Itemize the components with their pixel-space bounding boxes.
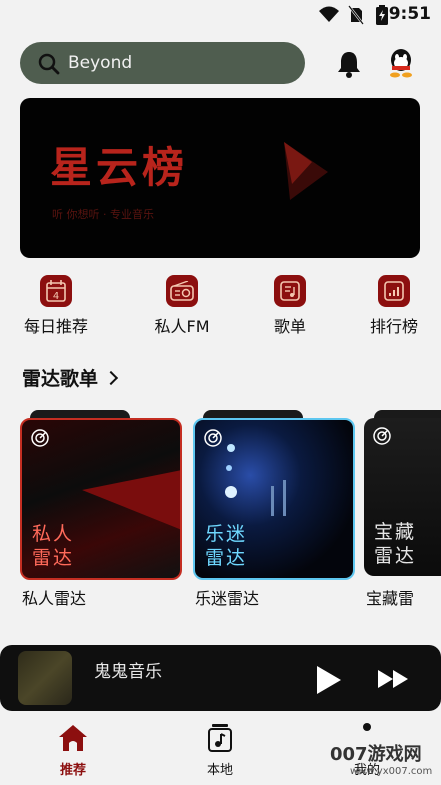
quick-label: 歌单 bbox=[273, 317, 306, 336]
tab-label: 推荐 bbox=[59, 763, 86, 778]
qq-avatar-icon[interactable] bbox=[388, 48, 414, 78]
cover-title: 宝藏 雷达 bbox=[374, 521, 417, 567]
tab-recommend[interactable]: 推荐 bbox=[33, 723, 113, 778]
wifi-icon bbox=[319, 6, 339, 22]
quick-label: 每日推荐 bbox=[23, 317, 88, 336]
clock: 9:51 bbox=[388, 4, 431, 24]
radio-icon bbox=[166, 275, 198, 307]
cover-title: 乐迷 雷达 bbox=[205, 523, 248, 569]
section-title-radar[interactable]: 雷达歌单 bbox=[22, 364, 119, 391]
play-icon[interactable] bbox=[314, 664, 344, 696]
svg-text:4: 4 bbox=[53, 291, 59, 302]
radar-icon bbox=[204, 429, 222, 447]
card-cover: 私人 雷达 bbox=[20, 418, 182, 580]
radar-icon bbox=[373, 427, 391, 445]
quick-fm[interactable]: 私人FM bbox=[142, 275, 222, 337]
cover-title: 私人 雷达 bbox=[32, 523, 75, 569]
radar-icon bbox=[31, 429, 49, 447]
radar-card-list: 私人 雷达 私人雷达 乐迷 雷达 乐迷雷达 宝藏 雷达 宝藏雷 bbox=[0, 410, 441, 610]
card-caption: 宝藏雷 bbox=[366, 589, 415, 608]
quick-charts[interactable]: 排行榜 bbox=[354, 275, 434, 337]
local-music-icon bbox=[208, 724, 232, 752]
card-caption: 乐迷雷达 bbox=[195, 589, 260, 608]
play-logo-icon bbox=[284, 142, 328, 200]
chart-icon bbox=[378, 275, 410, 307]
tab-label: 本地 bbox=[206, 763, 233, 778]
card-caption: 私人雷达 bbox=[22, 589, 87, 608]
quick-label: 排行榜 bbox=[369, 317, 418, 336]
cover-shape bbox=[82, 470, 180, 530]
section-title-text: 雷达歌单 bbox=[22, 368, 99, 390]
promo-banner[interactable]: 星云榜 听 你想听 · 专业音乐 bbox=[20, 98, 420, 258]
site-watermark: 007游戏网 www.yx007.com bbox=[330, 744, 433, 777]
search-bar[interactable]: Beyond bbox=[20, 42, 305, 84]
tab-local[interactable]: 本地 bbox=[180, 723, 260, 778]
album-thumbnail[interactable] bbox=[18, 651, 72, 705]
quick-playlist[interactable]: 歌单 bbox=[250, 275, 330, 337]
battery-icon bbox=[376, 5, 388, 25]
banner-subtitle: 听 你想听 · 专业音乐 bbox=[52, 208, 154, 221]
quick-label: 私人FM bbox=[154, 317, 210, 336]
quick-entries: 4 每日推荐 私人FM 歌单 排行榜 bbox=[0, 275, 441, 345]
no-sim-icon bbox=[348, 5, 364, 25]
search-icon bbox=[38, 53, 60, 75]
calendar-icon: 4 bbox=[40, 275, 72, 307]
quick-daily[interactable]: 4 每日推荐 bbox=[16, 275, 96, 337]
status-bar: 9:51 bbox=[0, 0, 441, 30]
home-icon bbox=[59, 725, 87, 751]
search-input[interactable]: Beyond bbox=[68, 53, 132, 73]
next-icon[interactable] bbox=[377, 669, 411, 689]
mini-player[interactable]: 鬼鬼音乐 bbox=[0, 645, 441, 711]
playlist-icon bbox=[274, 275, 306, 307]
cover-lights bbox=[225, 444, 286, 516]
chevron-right-icon bbox=[103, 370, 119, 386]
song-title: 鬼鬼音乐 bbox=[94, 662, 162, 682]
banner-logo: 星云榜 bbox=[50, 143, 189, 192]
card-cover: 宝藏 雷达 bbox=[364, 418, 441, 576]
card-cover: 乐迷 雷达 bbox=[193, 418, 355, 580]
bell-icon[interactable] bbox=[336, 50, 362, 78]
